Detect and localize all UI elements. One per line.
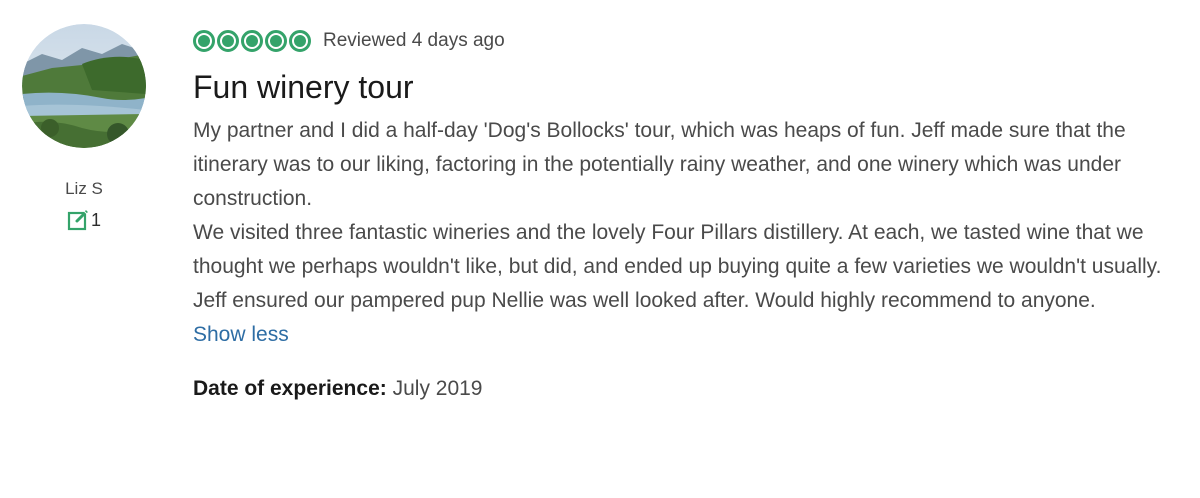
review-paragraph: We visited three fantastic wineries and … [193, 221, 1162, 278]
reviewer-info: Liz S 1 [22, 24, 146, 231]
review-paragraph: My partner and I did a half-day 'Dog's B… [193, 119, 1126, 210]
experience-label: Date of experience: [193, 377, 387, 400]
review-card: Liz S 1 Reviewed 4 days ago Fun winery t… [0, 0, 1200, 498]
edit-review-icon [67, 210, 88, 231]
rating-bubbles [193, 30, 311, 52]
date-of-experience: Date of experience: July 2019 [193, 374, 1183, 404]
reviewer-name[interactable]: Liz S [22, 179, 146, 199]
review-paragraph: Jeff ensured our pampered pup Nellie was… [193, 289, 1096, 312]
rating-bubble-icon [241, 30, 263, 52]
review-content: Reviewed 4 days ago Fun winery tour My p… [193, 26, 1183, 404]
experience-date: July 2019 [392, 377, 483, 400]
rating-bubble-icon [193, 30, 215, 52]
avatar[interactable] [22, 24, 146, 148]
review-body: My partner and I did a half-day 'Dog's B… [193, 114, 1183, 318]
rating-bubble-icon [289, 30, 311, 52]
contributions-count: 1 [22, 209, 146, 231]
show-less-link[interactable]: Show less [193, 318, 289, 352]
review-date: Reviewed 4 days ago [323, 30, 505, 51]
rating-row: Reviewed 4 days ago [193, 26, 1183, 56]
rating-bubble-icon [265, 30, 287, 52]
contributions-number: 1 [90, 209, 101, 230]
rating-bubble-icon [217, 30, 239, 52]
review-title[interactable]: Fun winery tour [193, 68, 1183, 106]
